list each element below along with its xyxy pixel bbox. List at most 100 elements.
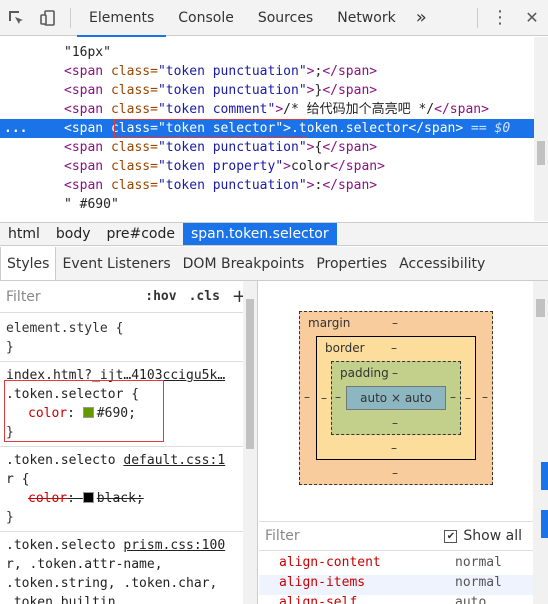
text-content: color xyxy=(291,159,331,174)
styles-scrollbar[interactable] xyxy=(243,281,257,604)
kebab-menu-icon[interactable]: ⋮ xyxy=(484,0,516,36)
border-label: border xyxy=(325,341,365,355)
padding-top-value[interactable]: – xyxy=(392,366,398,380)
box-model-padding[interactable]: padding – – – – auto × auto xyxy=(331,361,461,435)
tag-open: <span xyxy=(64,64,111,79)
margin-left-value[interactable]: – xyxy=(304,390,310,404)
box-model-content[interactable]: auto × auto xyxy=(346,386,446,410)
attr-name: class= xyxy=(110,102,158,117)
rule-close: } xyxy=(6,340,14,355)
rule-source-link[interactable]: prism.css:100 xyxy=(123,538,225,553)
tag-close: </span> xyxy=(330,159,385,174)
attr-value: "token selector" xyxy=(157,121,284,136)
rule-selector: element.style { xyxy=(6,321,124,336)
box-model-scrollbar[interactable] xyxy=(533,281,548,604)
attr-value: "token punctuation" xyxy=(157,178,307,193)
close-icon[interactable]: ✕ xyxy=(516,0,548,36)
more-tabs-icon[interactable]: » xyxy=(408,0,435,36)
computed-filter-bar: Filter ✔ Show all xyxy=(259,521,548,551)
margin-top-value[interactable]: – xyxy=(392,316,398,330)
hover-state-button[interactable]: :hov xyxy=(145,289,176,304)
computed-property-name: align-items xyxy=(279,575,366,590)
tab-event-listeners[interactable]: Event Listeners xyxy=(56,247,176,280)
tag-close: </span> xyxy=(322,140,378,155)
css-rule[interactable]: .token.selecto prism.css:100 r, .token.a… xyxy=(0,532,257,604)
computed-property-row[interactable]: align-content normal xyxy=(259,555,548,575)
border-bottom-value[interactable]: – xyxy=(391,441,397,455)
tab-network[interactable]: Network xyxy=(325,0,407,36)
border-right-value[interactable]: – xyxy=(465,391,471,405)
computed-property-name: align-self xyxy=(279,595,358,604)
tree-line[interactable]: <span class="token property">color</span… xyxy=(0,157,534,176)
margin-label: margin xyxy=(308,316,351,330)
tab-elements[interactable]: Elements xyxy=(77,0,167,37)
tree-line[interactable]: <span class="token punctuation">{</span> xyxy=(0,138,534,157)
tab-dom-breakpoints[interactable]: DOM Breakpoints xyxy=(177,247,311,280)
tag-close: </span> xyxy=(322,83,378,98)
tree-line[interactable]: <span class="token punctuation">;</span> xyxy=(0,62,534,81)
devtools-toolbar: Elements Console Sources Network » ⋮ ✕ xyxy=(0,0,548,37)
css-declaration-overridden[interactable]: color: black; xyxy=(6,489,251,508)
padding-bottom-value[interactable]: – xyxy=(392,416,398,430)
inspect-element-icon[interactable] xyxy=(0,0,32,36)
scrollbar-thumb[interactable] xyxy=(246,299,254,449)
tab-console[interactable]: Console xyxy=(166,0,246,36)
attr-value: "token comment" xyxy=(157,102,276,117)
page-edge-highlight xyxy=(541,510,548,538)
tag-close: </span> xyxy=(322,178,378,193)
attr-name: class= xyxy=(110,159,158,174)
breadcrumb-item-active[interactable]: span.token.selector xyxy=(182,223,337,245)
tag-close: </span> xyxy=(408,121,464,136)
attr-value: "token punctuation" xyxy=(157,140,307,155)
computed-filter-input[interactable]: Filter xyxy=(265,528,444,544)
tree-scrollbar[interactable] xyxy=(534,37,548,221)
computed-property-row[interactable]: align-self auto xyxy=(259,595,548,604)
tree-line-selected[interactable]: ... <span class="token selector">.token.s… xyxy=(0,119,534,138)
computed-property-name: align-content xyxy=(279,555,381,570)
rule-selector-cont: r, .token.attr-name, xyxy=(6,557,163,572)
border-left-value[interactable]: – xyxy=(321,391,327,405)
tree-line[interactable]: <span class="token comment">/* 给代码加个高亮吧 … xyxy=(0,100,534,119)
tree-line[interactable]: " #690" xyxy=(0,195,534,214)
page-edge-highlight xyxy=(541,462,548,490)
padding-left-value[interactable]: – xyxy=(335,390,341,404)
computed-property-value: normal xyxy=(455,555,502,570)
styles-filter-bar: Filter :hov .cls + xyxy=(0,281,257,313)
padding-right-value[interactable]: – xyxy=(450,390,456,404)
property-value: black; xyxy=(96,491,144,506)
scrollbar-thumb[interactable] xyxy=(537,141,545,165)
styles-pane: Filter :hov .cls + element.style { } ind… xyxy=(0,281,258,604)
show-all-checkbox[interactable]: ✔ xyxy=(444,529,458,543)
device-toolbar-icon[interactable] xyxy=(32,0,64,36)
tab-styles[interactable]: Styles xyxy=(0,247,57,280)
scrollbar-thumb[interactable] xyxy=(536,299,545,317)
breadcrumb-item[interactable]: pre#code xyxy=(99,223,183,245)
tag-close: </span> xyxy=(322,64,378,79)
computed-property-row[interactable]: align-items normal xyxy=(259,575,548,595)
rule-selector-cont: r { xyxy=(6,472,30,487)
node-ellipsis[interactable]: ... xyxy=(4,119,27,138)
rule-source-link[interactable]: default.css:1 xyxy=(123,453,225,468)
rule-selector-cont: .token.string, .token.char, xyxy=(6,576,218,591)
box-model-margin[interactable]: margin – – – – border – – – – padding – … xyxy=(299,311,493,485)
css-rule[interactable]: .token.selecto default.css:1 r { color: … xyxy=(0,447,257,532)
class-toggle-button[interactable]: .cls xyxy=(189,289,220,304)
tab-accessibility[interactable]: Accessibility xyxy=(393,247,491,280)
tree-line[interactable]: "16px" xyxy=(0,43,534,62)
box-model-border[interactable]: border – – – – padding – – – – auto × au… xyxy=(316,336,476,460)
tab-sources[interactable]: Sources xyxy=(246,0,325,36)
text-node: " #690" xyxy=(64,197,119,212)
tree-line[interactable]: <span class="token punctuation">:</span> xyxy=(0,176,534,195)
breadcrumb-item[interactable]: body xyxy=(48,223,99,245)
margin-right-value[interactable]: – xyxy=(482,390,488,404)
styles-filter-input[interactable]: Filter xyxy=(6,289,145,305)
tab-properties[interactable]: Properties xyxy=(310,247,393,280)
border-top-value[interactable]: – xyxy=(391,341,397,355)
dom-tree: "16px" <span class="token punctuation">;… xyxy=(0,37,534,221)
breadcrumb-item[interactable]: html xyxy=(0,223,48,245)
tree-line[interactable]: <span class="token punctuation">}</span> xyxy=(0,81,534,100)
color-swatch[interactable] xyxy=(82,492,94,503)
element-style-rule[interactable]: element.style { } xyxy=(0,313,257,362)
margin-bottom-value[interactable]: – xyxy=(392,466,398,480)
text-content: /* 给代码加个高亮吧 */ xyxy=(283,102,435,117)
